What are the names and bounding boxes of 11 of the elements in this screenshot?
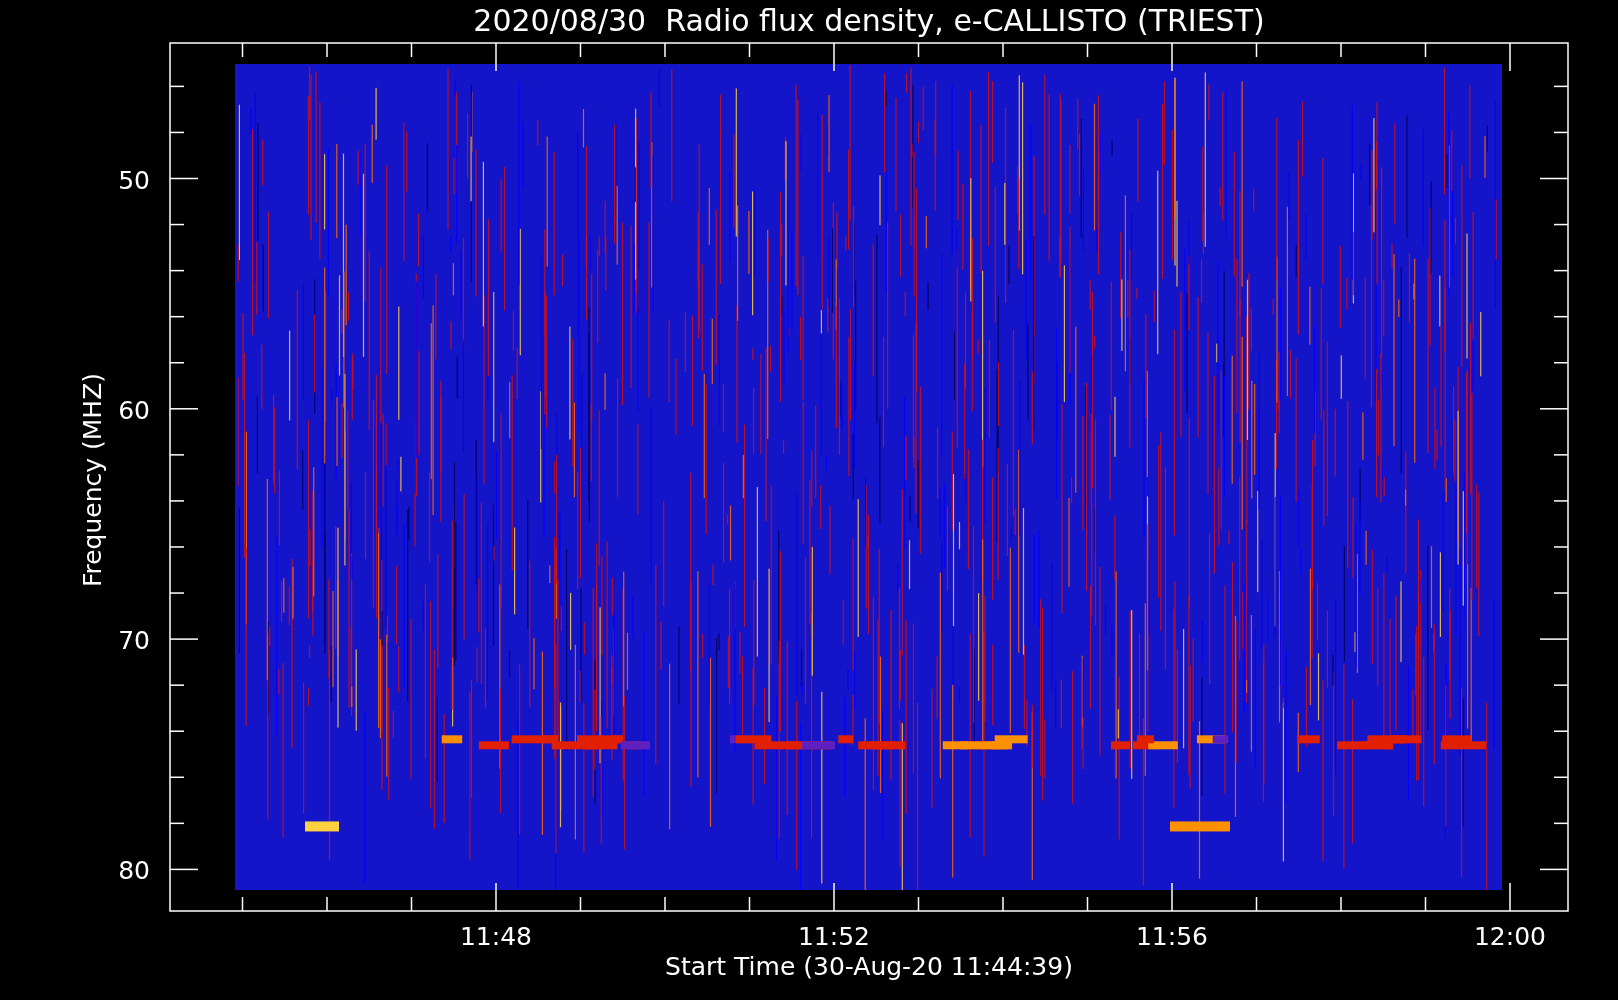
x-tick-label: 11:56 [1136, 922, 1208, 951]
x-tick-label: 11:48 [460, 922, 532, 951]
y-tick-label: 50 [118, 165, 150, 195]
y-tick-label: 70 [118, 626, 150, 656]
chart-title: 2020/08/30 Radio flux density, e-CALLISTO (TRIEST) [473, 3, 1265, 38]
x-tick-label: 12:00 [1474, 922, 1546, 951]
x-tick-label: 11:52 [798, 922, 870, 951]
y-axis-label: Frequency (MHZ) [78, 372, 107, 588]
y-tick-label: 60 [118, 395, 150, 425]
x-axis-label: Start Time (30-Aug-20 11:44:39) [665, 952, 1073, 981]
y-tick-label: 80 [118, 856, 150, 886]
